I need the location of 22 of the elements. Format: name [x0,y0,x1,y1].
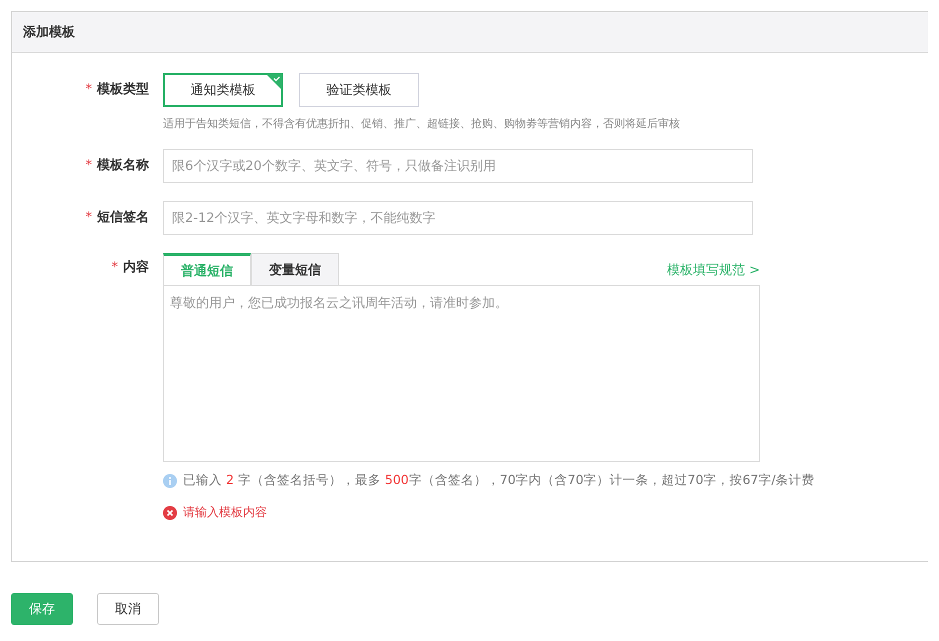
info-icon [163,474,177,488]
cancel-button[interactable]: 取消 [97,593,159,625]
field-label: 内容 [123,260,149,275]
input-field[interactable]: 限6个汉字或20个数字、英文字、符号，只做备注识别用 [163,149,753,183]
hint-text: 适用于告知类短信，不得含有优惠折扣、促销、推广、超链接、抢购、购物劵等营销内容，否则将延后审核 [163,116,680,131]
panel-title: 添加模板 [23,24,75,41]
character-count-text: 已输入 2 字（含签名括号），最多 500字（含签名），70字内（含70字）计一条，超过70字，按67字/条计费 [183,472,815,489]
required-mark: * [112,260,118,275]
field-label: 短信签名 [97,210,149,225]
input-field[interactable]: 限2-12个汉字、英文字母和数字，不能纯数字 [163,201,753,235]
check-icon [266,74,282,90]
required-mark: * [86,158,92,173]
field-label: 模板类型 [97,82,149,97]
field-label: 模板名称 [97,158,149,173]
required-mark: * [86,82,92,97]
template-type-option[interactable]: 验证类模板 [299,73,419,107]
template-type-option[interactable]: 通知类模板 [163,73,283,107]
sms-type-tab[interactable]: 变量短信 [251,253,339,285]
error-message: 请输入模板内容 [183,504,267,521]
content-textarea[interactable]: 尊敬的用户，您已成功报名云之讯周年活动，请准时参加。 [163,285,760,462]
error-icon [163,506,177,520]
required-mark: * [86,210,92,225]
